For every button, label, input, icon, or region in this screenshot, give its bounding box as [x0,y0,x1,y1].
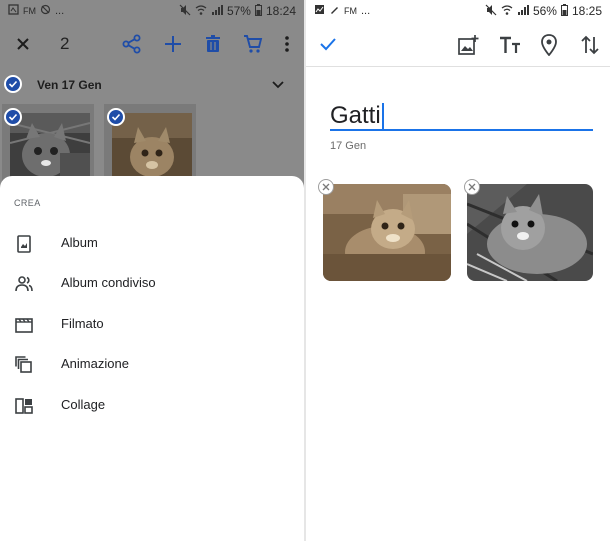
date-group-header: Ven 17 Gen [0,70,304,100]
selection-toolbar: 2 [0,22,304,66]
cat-photo-gray [10,113,90,183]
animation-icon [14,355,34,375]
album-photo-2[interactable] [467,184,593,281]
selected-check-icon[interactable] [4,108,22,126]
create-animation-item[interactable]: Animazione [0,345,304,385]
album-title-input[interactable]: Gatti [330,102,381,130]
add-photo-icon[interactable] [457,34,479,61]
create-album-item[interactable]: Album [0,224,304,264]
signal-icon [517,4,529,19]
create-collage-item[interactable]: Collage [0,386,304,426]
status-carrier: FM [344,6,357,16]
collage-icon [14,396,34,416]
status-more: ... [361,5,371,17]
shared-album-icon [14,274,34,294]
album-photo-1[interactable] [323,184,451,281]
text-cursor [382,103,384,129]
status-carrier: FM [23,6,36,16]
text-format-icon[interactable] [498,34,522,61]
movie-icon [14,315,34,335]
edit-notification-icon [329,4,340,18]
sync-icon [40,4,51,18]
battery-percent: 56% [532,4,557,18]
battery-icon [560,3,568,19]
create-shared-album-item[interactable]: Album condiviso [0,264,304,304]
gallery-notification-icon [314,4,325,18]
selected-check-icon[interactable] [107,108,125,126]
select-all-check-icon[interactable] [4,75,22,93]
wifi-icon [501,4,513,19]
battery-percent: 57% [226,4,251,18]
chevron-down-icon[interactable] [270,77,286,98]
status-time: 18:25 [571,4,602,18]
mute-icon [179,4,191,19]
remove-photo-icon[interactable] [464,179,480,195]
create-bottom-sheet: CREA Album Album condiviso Filmato Anima… [0,176,304,541]
shopping-cart-icon[interactable] [242,33,264,55]
remove-photo-icon[interactable] [318,179,334,195]
signal-icon [211,4,223,19]
sheet-item-label: Album condiviso [61,275,156,290]
mute-icon [485,4,497,19]
sheet-item-label: Album [61,235,98,250]
title-underline [330,129,593,131]
album-icon [14,234,34,254]
wifi-icon [195,4,207,19]
left-screen: FM ... 57% 18:24 2 Ven 17 Gen CREA Album… [0,0,304,541]
add-icon[interactable] [162,33,184,55]
sheet-item-label: Collage [61,397,106,412]
delete-icon[interactable] [202,33,224,55]
battery-icon [254,3,262,19]
selected-count: 2 [60,34,70,53]
sheet-item-label: Filmato [61,316,104,331]
more-options-icon[interactable] [276,33,298,55]
sheet-title: CREA [14,198,41,208]
album-edit-toolbar [306,22,610,67]
notification-icon [8,4,19,18]
close-icon[interactable] [14,35,32,53]
share-icon[interactable] [121,33,143,55]
location-pin-icon[interactable] [540,34,558,61]
date-header-label: Ven 17 Gen [37,78,102,92]
album-date: 17 Gen [330,140,367,152]
status-more: ... [55,5,65,17]
done-check-icon[interactable] [318,34,338,59]
status-time: 18:24 [265,4,296,18]
right-screen: FM ... 56% 18:25 Gatti 17 Gen [306,0,610,541]
cat-photo-sepia [112,113,192,183]
sort-arrows-icon[interactable] [580,34,600,61]
status-bar: FM ... 57% 18:24 [0,0,304,22]
sheet-item-label: Animazione [61,356,129,371]
status-bar: FM ... 56% 18:25 [306,0,610,22]
create-movie-item[interactable]: Filmato [0,305,304,345]
